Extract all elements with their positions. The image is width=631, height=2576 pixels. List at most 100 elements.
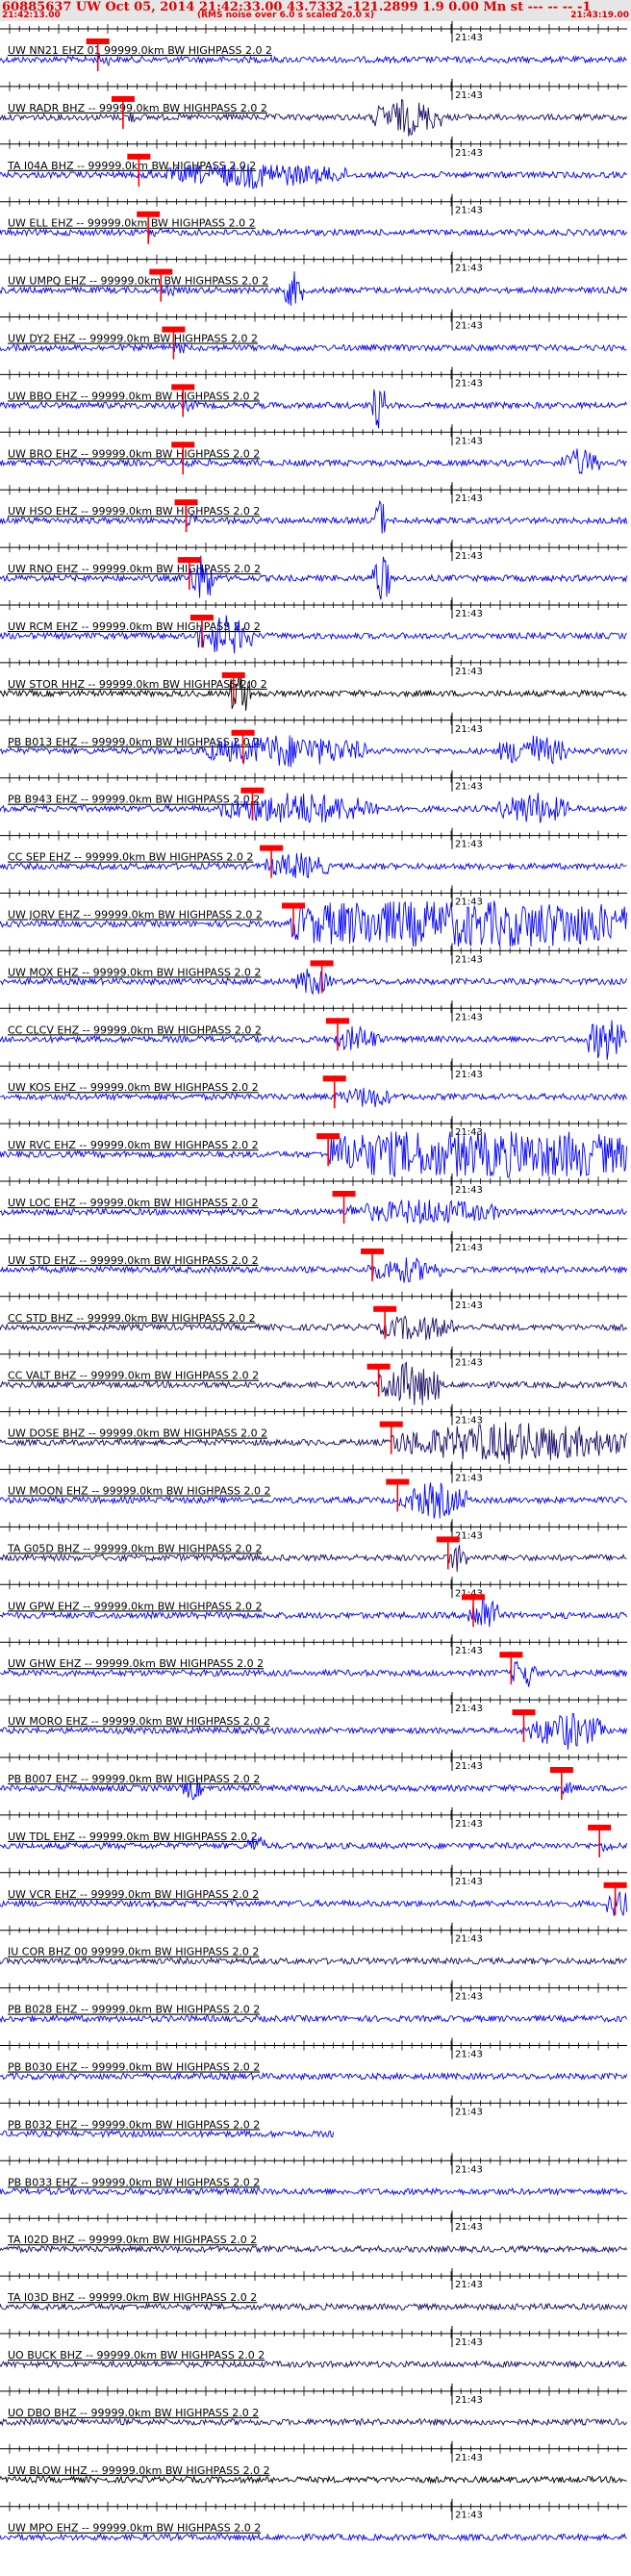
station-label: UW BLOW HHZ -- 99999.0km BW HIGHPASS 2.0…	[8, 2464, 270, 2477]
minute-tick-label: 21:43	[455, 1704, 483, 1714]
minute-tick-label: 21:43	[455, 2337, 483, 2348]
station-label: UW RADR BHZ -- 99999.0km BW HIGHPASS 2.0…	[8, 102, 267, 114]
minute-tick-label: 21:43	[455, 2280, 483, 2290]
waveform-trace	[0, 2071, 628, 2082]
station-label: UW MOX EHZ -- 99999.0km BW HIGHPASS 2.0 …	[8, 966, 261, 978]
station-label: CC SEP EHZ -- 99999.0km BW HIGHPASS 2.0 …	[8, 851, 253, 864]
record-header: 60885637 UW Oct 05, 2014 21:42:33.00 43.…	[0, 0, 631, 21]
minute-tick-label: 21:43	[455, 667, 483, 677]
minute-tick-label: 21:43	[455, 840, 483, 850]
pick-flag	[162, 326, 186, 333]
station-label: IU COR BHZ 00 99999.0km BW HIGHPASS 2.0 …	[8, 1946, 259, 1958]
station-label: UO DBO BHZ -- 99999.0km BW HIGHPASS 2.0 …	[8, 2407, 259, 2419]
seismogram-plot: 21:43 UW NN21 EHZ 01 99999.0km BW HIGHPAS…	[0, 21, 628, 2542]
station-label: PB B030 EHZ -- 99999.0km BW HIGHPASS 2.0…	[8, 2061, 260, 2074]
station-label: UW STOR HHZ -- 99999.0km BW HIGHPASS 2.0…	[8, 678, 267, 691]
minute-tick-label: 21:43	[455, 2050, 483, 2060]
station-label: UW STD EHZ -- 99999.0km BW HIGHPASS 2.0 …	[8, 1254, 259, 1267]
station-label: PB B943 EHZ -- 99999.0km BW HIGHPASS 2.0…	[8, 794, 260, 806]
minute-tick-label: 21:43	[455, 90, 483, 101]
pick-flag	[325, 1018, 349, 1024]
minute-tick-label: 21:43	[455, 1185, 483, 1196]
minute-tick-label: 21:43	[455, 2222, 483, 2233]
station-label: UW GHW EHZ -- 99999.0km BW HIGHPASS 2.0 …	[8, 1657, 264, 1670]
pick-flag	[316, 1133, 341, 1140]
pick-flag	[512, 1709, 536, 1716]
waveform-trace	[0, 2302, 628, 2311]
minute-tick-label: 21:43	[455, 264, 483, 274]
station-label: UW LOC EHZ -- 99999.0km BW HIGHPASS 2.0 …	[8, 1197, 259, 1209]
minute-tick-label: 21:43	[455, 609, 483, 619]
station-label: UW VCR EHZ -- 99999.0km BW HIGHPASS 2.0 …	[8, 1888, 259, 1901]
pick-flag	[462, 1594, 485, 1601]
pick-flag	[322, 1075, 346, 1082]
station-label: CC CLCV EHZ -- 99999.0km BW HIGHPASS 2.0…	[8, 1023, 262, 1036]
pick-flag	[111, 95, 135, 102]
pick-flag	[127, 153, 151, 160]
station-label: PB B032 EHZ -- 99999.0km BW HIGHPASS 2.0…	[8, 2118, 260, 2131]
minute-tick-label: 21:43	[455, 1992, 483, 2003]
pick-flag	[86, 38, 110, 44]
pick-flag	[171, 384, 195, 391]
minute-tick-label: 21:43	[455, 724, 483, 735]
pick-flag	[177, 557, 201, 564]
minute-tick-label: 21:43	[455, 1646, 483, 1656]
station-label: UW DY2 EHZ -- 99999.0km BW HIGHPASS 2.0 …	[8, 333, 258, 345]
pick-flag	[282, 902, 306, 909]
station-label: UW RVC EHZ -- 99999.0km BW HIGHPASS 2.0 …	[8, 1139, 259, 1151]
minute-tick-label: 21:43	[455, 378, 483, 389]
waveform-trace	[0, 2417, 627, 2427]
pick-flag	[386, 1478, 410, 1485]
pick-flag	[373, 1305, 397, 1312]
pick-flag	[260, 845, 284, 851]
minute-tick-label: 21:43	[455, 954, 483, 965]
pick-flag	[499, 1652, 523, 1658]
station-label: UW BRO EHZ -- 99999.0km BW HIGHPASS 2.0 …	[8, 447, 260, 460]
station-label: UW RNO EHZ -- 99999.0km BW HIGHPASS 2.0 …	[8, 563, 261, 575]
pick-flag	[240, 787, 265, 794]
pick-flag	[379, 1421, 403, 1427]
minute-tick-label: 21:43	[455, 1243, 483, 1253]
waveform-trace	[0, 2532, 627, 2542]
station-label: PB B007 EHZ -- 99999.0km BW HIGHPASS 2.0…	[8, 1773, 260, 1785]
station-label: CC STD BHZ -- 99999.0km BW HIGHPASS 2.0 …	[8, 1312, 256, 1325]
waveform-trace	[0, 2186, 627, 2197]
station-label: UW DOSE BHZ -- 99999.0km BW HIGHPASS 2.0…	[8, 1427, 267, 1440]
minute-tick-label: 21:43	[455, 1358, 483, 1369]
minute-tick-label: 21:43	[455, 33, 483, 43]
minute-tick-label: 21:43	[455, 2164, 483, 2175]
pick-flag	[231, 729, 255, 736]
pick-flag	[603, 1881, 627, 1888]
station-label: UW MORO EHZ -- 99999.0km BW HIGHPASS 2.0…	[8, 1715, 270, 1728]
station-label: PB B028 EHZ -- 99999.0km BW HIGHPASS 2.0…	[8, 2004, 260, 2016]
end-time-label: 21:43:19.00	[570, 11, 629, 20]
pick-flag	[588, 1824, 612, 1831]
minute-tick-label: 21:43	[455, 897, 483, 908]
pick-flag	[171, 442, 195, 448]
station-label: TA G05D BHZ -- 99999.0km BW HIGHPASS 2.0…	[7, 1542, 262, 1554]
rms-note: (RMS noise over 6.0 s scaled 20.0 x)	[197, 11, 374, 20]
minute-tick-label: 21:43	[455, 782, 483, 793]
waveform-trace	[0, 2129, 335, 2139]
station-label: UW JORV EHZ -- 99999.0km BW HIGHPASS 2.0…	[8, 909, 263, 922]
station-label: UW GPW EHZ -- 99999.0km BW HIGHPASS 2.0 …	[8, 1600, 262, 1612]
station-label: PB B033 EHZ -- 99999.0km BW HIGHPASS 2.0…	[8, 2176, 260, 2188]
minute-tick-label: 21:43	[455, 1301, 483, 1311]
station-label: CC VALT BHZ -- 99999.0km BW HIGHPASS 2.0…	[8, 1370, 259, 1382]
pick-flag	[549, 1767, 573, 1773]
minute-tick-label: 21:43	[455, 1819, 483, 1830]
minute-tick-label: 21:43	[455, 551, 483, 562]
station-label: UW MPO EHZ -- 99999.0km BW HIGHPASS 2.0 …	[8, 2522, 261, 2535]
pick-flag	[361, 1248, 385, 1254]
minute-tick-label: 21:43	[455, 493, 483, 504]
pick-flag	[137, 211, 161, 217]
station-label: UW HSO EHZ -- 99999.0km BW HIGHPASS 2.0 …	[8, 505, 260, 518]
waveform-trace	[0, 2474, 627, 2485]
waveform-trace	[0, 2013, 628, 2024]
station-label: UW TDL EHZ -- 99999.0km BW HIGHPASS 2.0 …	[8, 1831, 258, 1843]
minute-tick-label: 21:43	[455, 1934, 483, 1945]
station-label: UW UMPQ EHZ -- 99999.0km BW HIGHPASS 2.0…	[8, 275, 268, 288]
minute-tick-label: 21:43	[455, 1474, 483, 1484]
waveform-trace	[0, 1957, 627, 1966]
station-label: UW BBO EHZ -- 99999.0km BW HIGHPASS 2.0 …	[8, 390, 260, 402]
